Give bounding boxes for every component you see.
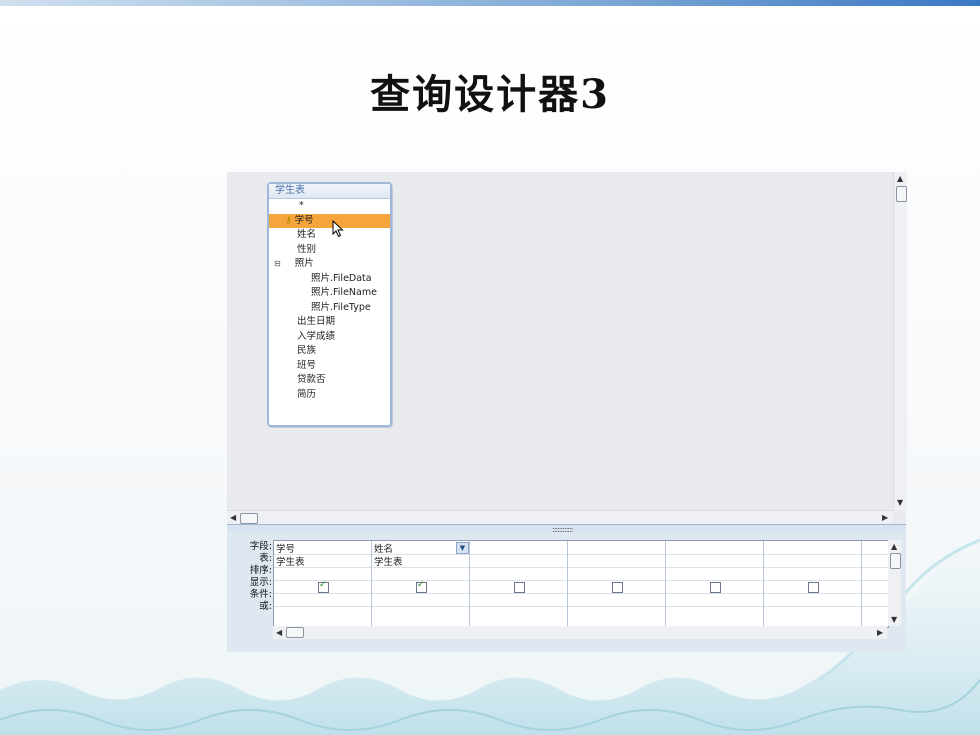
row-label-table: 表: <box>259 553 272 564</box>
design-grid: 字段: 表: 排序: 显示: 条件: 或: 学号 学生表 姓名 ▼ 学生表 <box>227 532 906 652</box>
scroll-up-icon[interactable]: ▲ <box>897 175 903 183</box>
grid-column-2[interactable]: 姓名 ▼ 学生表 <box>372 541 470 627</box>
field-item-filetype[interactable]: 照片.FileType <box>269 301 390 316</box>
grid-column-4[interactable] <box>568 541 666 627</box>
field-item-filename[interactable]: 照片.FileName <box>269 286 390 301</box>
table-cell[interactable]: 学生表 <box>276 554 305 568</box>
scroll-up-icon[interactable]: ▲ <box>891 543 897 551</box>
field-list: * ⚷ 学号 姓名 性别 ⊟ 照片 照片.FileData 照片.FileName … <box>269 199 390 402</box>
scroll-down-icon[interactable]: ▼ <box>897 499 903 507</box>
row-label-sort: 排序: <box>249 565 272 576</box>
top-accent-line <box>0 0 980 6</box>
show-checkbox[interactable] <box>416 580 427 593</box>
field-item-xingbie[interactable]: 性别 <box>269 243 390 258</box>
upper-vertical-scrollbar[interactable]: ▲ ▼ <box>893 172 907 510</box>
scroll-right-icon[interactable]: ▶ <box>882 514 888 522</box>
grid-column-6[interactable] <box>764 541 862 627</box>
scroll-right-icon[interactable]: ▶ <box>877 629 883 637</box>
field-all[interactable]: * <box>269 199 390 214</box>
row-label-or: 或: <box>259 601 272 612</box>
field-item-minzu[interactable]: 民族 <box>269 344 390 359</box>
upper-horizontal-scrollbar[interactable]: ◀ ▶ <box>227 510 893 525</box>
scroll-left-icon[interactable]: ◀ <box>276 629 282 637</box>
field-item-resume[interactable]: 简历 <box>269 388 390 403</box>
scroll-left-icon[interactable]: ◀ <box>230 514 236 522</box>
grid-vertical-scrollbar[interactable]: ▲ ▼ <box>888 540 901 626</box>
row-label-show: 显示: <box>249 577 272 588</box>
scroll-down-icon[interactable]: ▼ <box>891 616 897 624</box>
scroll-thumb[interactable] <box>240 513 258 524</box>
field-item-xingming[interactable]: 姓名 <box>269 228 390 243</box>
grid-column-3[interactable] <box>470 541 568 627</box>
query-designer-window: 学生表 * ⚷ 学号 姓名 性别 ⊟ 照片 照片.FileData 照片.FileN… <box>227 172 907 652</box>
primary-key-icon: ⚷ <box>285 215 292 226</box>
field-item-zhaopian[interactable]: ⊟ 照片 <box>269 257 390 272</box>
row-label-criteria: 条件: <box>249 589 272 600</box>
grid-column-1[interactable]: 学号 学生表 <box>274 541 372 627</box>
field-item-filedata[interactable]: 照片.FileData <box>269 272 390 287</box>
chevron-down-icon[interactable]: ▼ <box>456 542 469 554</box>
scroll-thumb[interactable] <box>286 627 304 638</box>
show-checkbox[interactable] <box>612 582 623 593</box>
show-checkbox[interactable] <box>710 582 721 593</box>
field-item-birthdate[interactable]: 出生日期 <box>269 315 390 330</box>
mouse-pointer-icon <box>332 220 344 238</box>
show-checkbox[interactable] <box>808 582 819 593</box>
field-item-score[interactable]: 入学成绩 <box>269 330 390 345</box>
grid-row-labels: 字段: 表: 排序: 显示: 条件: 或: <box>227 541 272 613</box>
field-item-xuehao[interactable]: ⚷ 学号 <box>269 213 390 228</box>
row-label-field: 字段: <box>249 541 272 552</box>
field-cell[interactable]: 学号 <box>276 541 295 555</box>
grid-column-5[interactable] <box>666 541 764 627</box>
slide-title: 查询设计器3 <box>370 71 610 118</box>
table-field-list[interactable]: 学生表 * ⚷ 学号 姓名 性别 ⊟ 照片 照片.FileData 照片.FileN… <box>267 182 392 427</box>
field-item-loan[interactable]: 贷款否 <box>269 373 390 388</box>
show-checkbox[interactable] <box>514 582 525 593</box>
show-checkbox[interactable] <box>318 580 329 593</box>
grid-horizontal-scrollbar[interactable]: ◀ ▶ <box>273 626 887 639</box>
scroll-thumb[interactable] <box>890 553 901 569</box>
table-cell[interactable]: 学生表 <box>374 554 403 568</box>
field-cell[interactable]: 姓名 <box>374 541 393 555</box>
grid-cells: 学号 学生表 姓名 ▼ 学生表 <box>273 540 889 628</box>
table-field-list-title: 学生表 <box>269 184 390 199</box>
scroll-thumb[interactable] <box>896 186 907 202</box>
field-item-banhao[interactable]: 班号 <box>269 359 390 374</box>
collapse-icon[interactable]: ⊟ <box>274 259 281 268</box>
